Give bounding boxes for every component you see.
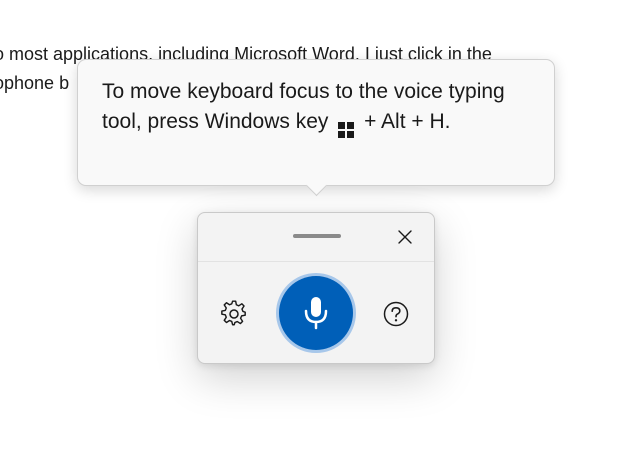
settings-button[interactable] (218, 298, 250, 330)
gear-icon (221, 300, 246, 326)
document-line: ophone b (0, 73, 70, 93)
panel-header (198, 213, 434, 262)
drag-handle[interactable] (293, 234, 341, 238)
microphone-icon (304, 297, 328, 330)
help-icon (383, 301, 409, 327)
close-button[interactable] (393, 225, 417, 249)
windows-key-icon (338, 122, 355, 138)
tooltip-text-part2: + Alt + H. (364, 110, 451, 133)
keyboard-focus-tooltip: To move keyboard focus to the voice typi… (77, 59, 555, 197)
close-icon (398, 230, 412, 244)
tooltip-arrow (305, 174, 328, 197)
tooltip-text: To move keyboard focus to the voice typi… (102, 77, 542, 138)
voice-typing-panel (197, 212, 435, 364)
microphone-button[interactable] (279, 276, 353, 350)
help-button[interactable] (380, 298, 412, 330)
